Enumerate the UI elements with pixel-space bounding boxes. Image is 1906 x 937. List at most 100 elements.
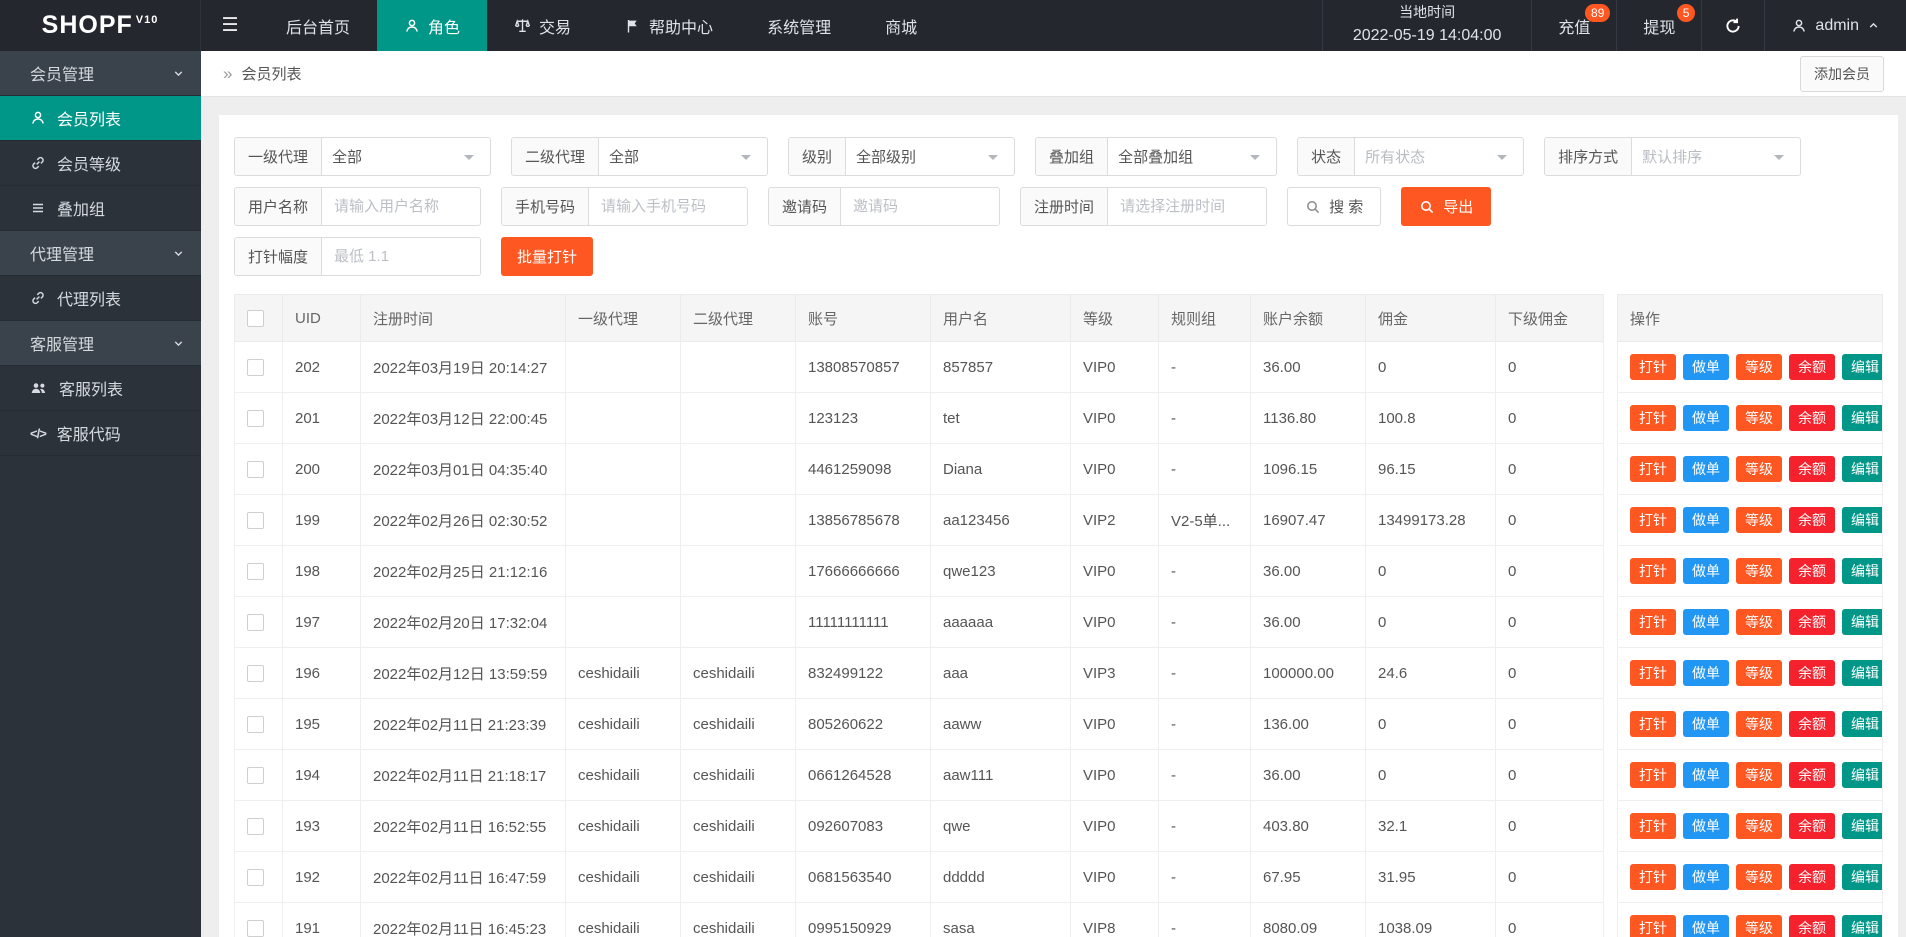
action-button-编辑[interactable]: 编辑 — [1842, 507, 1882, 533]
sidebar-item-会员列表[interactable]: 会员列表 — [0, 96, 201, 141]
export-button[interactable]: 导出 — [1401, 187, 1492, 226]
action-button-等级[interactable]: 等级 — [1736, 762, 1782, 788]
action-button-余额[interactable]: 余额 — [1789, 609, 1835, 635]
sidebar-item-客服列表[interactable]: 客服列表 — [0, 366, 201, 411]
action-button-编辑[interactable]: 编辑 — [1842, 915, 1882, 937]
select-all-checkbox[interactable] — [247, 309, 264, 327]
action-button-等级[interactable]: 等级 — [1736, 660, 1782, 686]
action-button-编辑[interactable]: 编辑 — [1842, 609, 1882, 635]
action-button-做单[interactable]: 做单 — [1683, 915, 1729, 937]
filter-select-级别[interactable]: 级别 全部级别 — [788, 137, 1016, 176]
action-button-做单[interactable]: 做单 — [1683, 864, 1729, 890]
row-checkbox[interactable] — [247, 460, 264, 478]
row-checkbox[interactable] — [247, 562, 264, 580]
filter-select-状态[interactable]: 状态 所有状态 — [1297, 137, 1525, 176]
filter-select-二级代理[interactable]: 二级代理 全部 — [511, 137, 769, 176]
action-button-编辑[interactable]: 编辑 — [1842, 762, 1882, 788]
filter-input-field[interactable] — [589, 188, 748, 225]
action-button-编辑[interactable]: 编辑 — [1842, 660, 1882, 686]
row-checkbox[interactable] — [247, 817, 264, 835]
nav-item-系统管理[interactable]: 系统管理 — [740, 0, 858, 51]
user-menu[interactable]: admin — [1764, 0, 1906, 51]
action-button-做单[interactable]: 做单 — [1683, 660, 1729, 686]
action-button-做单[interactable]: 做单 — [1683, 762, 1729, 788]
action-button-编辑[interactable]: 编辑 — [1842, 813, 1882, 839]
action-button-余额[interactable]: 余额 — [1789, 813, 1835, 839]
row-checkbox[interactable] — [247, 766, 264, 784]
action-button-打针[interactable]: 打针 — [1630, 405, 1676, 431]
sidebar-group-会员管理[interactable]: 会员管理 — [0, 51, 201, 96]
action-button-打针[interactable]: 打针 — [1630, 915, 1676, 937]
action-button-编辑[interactable]: 编辑 — [1842, 558, 1882, 584]
filter-input-field[interactable] — [322, 188, 481, 225]
sidebar-item-会员等级[interactable]: 会员等级 — [0, 141, 201, 186]
action-button-打针[interactable]: 打针 — [1630, 609, 1676, 635]
action-button-打针[interactable]: 打针 — [1630, 354, 1676, 380]
batch-inject-button[interactable]: 批量打针 — [501, 237, 594, 276]
add-member-button[interactable]: 添加会员 — [1800, 55, 1884, 92]
action-button-余额[interactable]: 余额 — [1789, 354, 1835, 380]
action-button-编辑[interactable]: 编辑 — [1842, 405, 1882, 431]
action-button-做单[interactable]: 做单 — [1683, 813, 1729, 839]
action-button-打针[interactable]: 打针 — [1630, 558, 1676, 584]
action-button-打针[interactable]: 打针 — [1630, 660, 1676, 686]
row-checkbox[interactable] — [247, 715, 264, 733]
action-button-等级[interactable]: 等级 — [1736, 864, 1782, 890]
action-button-打针[interactable]: 打针 — [1630, 456, 1676, 482]
action-button-编辑[interactable]: 编辑 — [1842, 456, 1882, 482]
row-checkbox[interactable] — [247, 868, 264, 886]
row-checkbox[interactable] — [247, 919, 264, 937]
filter-input-field[interactable] — [1108, 188, 1267, 225]
withdraw-button[interactable]: 提现 5 — [1616, 0, 1701, 51]
action-button-余额[interactable]: 余额 — [1789, 456, 1835, 482]
action-button-编辑[interactable]: 编辑 — [1842, 864, 1882, 890]
row-checkbox[interactable] — [247, 613, 264, 631]
nav-item-角色[interactable]: 角色 — [377, 0, 488, 51]
filter-select-叠加组[interactable]: 叠加组 全部叠加组 — [1035, 137, 1278, 176]
action-button-余额[interactable]: 余额 — [1789, 864, 1835, 890]
nav-item-帮助中心[interactable]: 帮助中心 — [598, 0, 740, 51]
sidebar-item-客服代码[interactable]: </> 客服代码 — [0, 411, 201, 456]
nav-item-交易[interactable]: 交易 — [487, 0, 598, 51]
action-button-做单[interactable]: 做单 — [1683, 711, 1729, 737]
action-button-余额[interactable]: 余额 — [1789, 915, 1835, 937]
action-button-等级[interactable]: 等级 — [1736, 558, 1782, 584]
refresh-button[interactable] — [1701, 0, 1764, 51]
row-checkbox[interactable] — [247, 664, 264, 682]
sidebar-group-代理管理[interactable]: 代理管理 — [0, 231, 201, 276]
action-button-编辑[interactable]: 编辑 — [1842, 354, 1882, 380]
row-checkbox[interactable] — [247, 409, 264, 427]
action-button-做单[interactable]: 做单 — [1683, 609, 1729, 635]
search-button[interactable]: 搜 索 — [1287, 187, 1382, 226]
action-button-等级[interactable]: 等级 — [1736, 915, 1782, 937]
action-button-余额[interactable]: 余额 — [1789, 507, 1835, 533]
row-checkbox[interactable] — [247, 511, 264, 529]
action-button-做单[interactable]: 做单 — [1683, 558, 1729, 584]
nav-item-后台首页[interactable]: 后台首页 — [259, 0, 377, 51]
action-button-等级[interactable]: 等级 — [1736, 813, 1782, 839]
action-button-等级[interactable]: 等级 — [1736, 711, 1782, 737]
action-button-做单[interactable]: 做单 — [1683, 354, 1729, 380]
inject-range-input[interactable] — [322, 238, 481, 275]
sidebar-group-客服管理[interactable]: 客服管理 — [0, 321, 201, 366]
action-button-余额[interactable]: 余额 — [1789, 660, 1835, 686]
action-button-等级[interactable]: 等级 — [1736, 507, 1782, 533]
action-button-打针[interactable]: 打针 — [1630, 864, 1676, 890]
action-button-做单[interactable]: 做单 — [1683, 405, 1729, 431]
action-button-编辑[interactable]: 编辑 — [1842, 711, 1882, 737]
action-button-打针[interactable]: 打针 — [1630, 813, 1676, 839]
action-button-等级[interactable]: 等级 — [1736, 456, 1782, 482]
action-button-做单[interactable]: 做单 — [1683, 456, 1729, 482]
filter-select-排序方式[interactable]: 排序方式 默认排序 — [1544, 137, 1802, 176]
sidebar-item-叠加组[interactable]: 叠加组 — [0, 186, 201, 231]
action-button-打针[interactable]: 打针 — [1630, 762, 1676, 788]
action-button-等级[interactable]: 等级 — [1736, 405, 1782, 431]
filter-input-field[interactable] — [841, 188, 1000, 225]
action-button-余额[interactable]: 余额 — [1789, 711, 1835, 737]
action-button-余额[interactable]: 余额 — [1789, 405, 1835, 431]
sidebar-toggle-icon[interactable]: ☰ — [201, 0, 259, 51]
sidebar-item-代理列表[interactable]: 代理列表 — [0, 276, 201, 321]
recharge-button[interactable]: 充值 89 — [1531, 0, 1616, 51]
action-button-等级[interactable]: 等级 — [1736, 354, 1782, 380]
nav-item-商城[interactable]: 商城 — [858, 0, 944, 51]
